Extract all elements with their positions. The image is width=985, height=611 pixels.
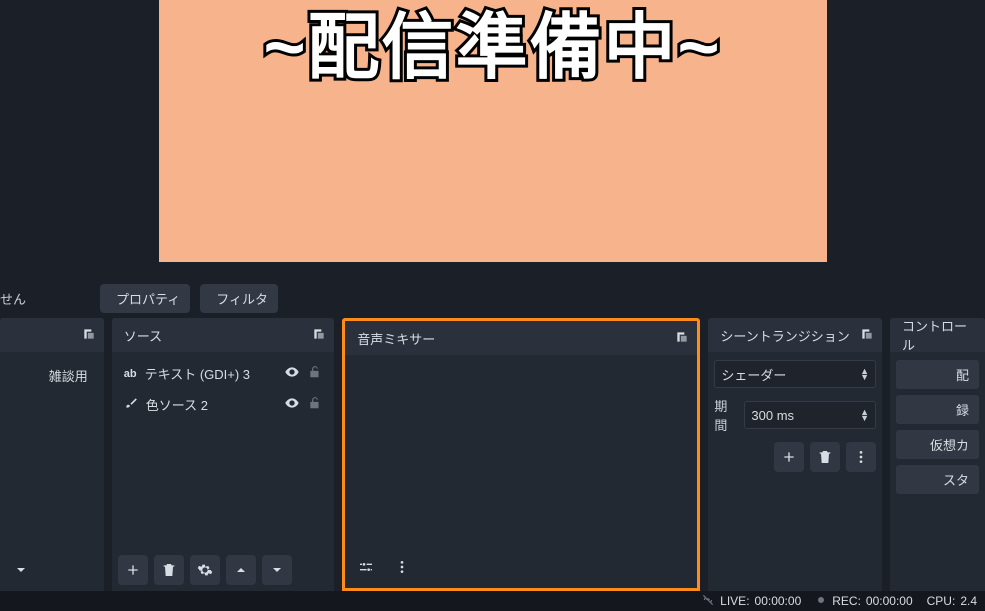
scenes-footer: [0, 549, 104, 591]
text-icon: ab: [124, 368, 137, 380]
mixer-title: 音声ミキサー: [357, 329, 675, 348]
scenes-list[interactable]: 雑談用: [0, 352, 104, 549]
popout-icon[interactable]: [860, 327, 874, 344]
transition-selected: シェーダー: [721, 365, 860, 384]
live-status: LIVE: 00:00:00: [701, 593, 801, 610]
stream-off-icon: [701, 593, 715, 610]
preview-canvas[interactable]: ~配信準備中~: [159, 0, 827, 262]
transitions-header[interactable]: シーントランジション: [708, 318, 882, 352]
live-label: LIVE:: [720, 594, 749, 608]
add-button[interactable]: [118, 555, 148, 585]
docks-row: 雑談用 ソース ab テキスト (GDI+) 3: [0, 318, 985, 591]
cpu-value: 2.4: [960, 594, 977, 608]
rec-status: REC: 00:00:00: [815, 594, 912, 609]
misc-text: せん: [0, 289, 90, 308]
source-item[interactable]: ab テキスト (GDI+) 3: [118, 360, 328, 387]
eye-icon[interactable]: [284, 395, 300, 414]
source-item[interactable]: 色ソース 2: [118, 391, 328, 418]
mixer-header[interactable]: 音声ミキサー: [345, 321, 697, 355]
transitions-title: シーントランジション: [720, 326, 860, 345]
duration-value: 300 ms: [751, 408, 860, 423]
move-down-button[interactable]: [262, 555, 292, 585]
mixer-footer: [345, 546, 697, 588]
remove-button[interactable]: [154, 555, 184, 585]
popout-icon[interactable]: [675, 330, 689, 347]
sources-list[interactable]: ab テキスト (GDI+) 3 色ソース 2: [112, 352, 334, 549]
spinner-arrows-icon: ▲▼: [860, 409, 869, 421]
add-transition-button[interactable]: [774, 442, 804, 472]
status-bar: LIVE: 00:00:00 REC: 00:00:00 CPU: 2.4: [0, 591, 985, 611]
rec-label: REC:: [832, 594, 861, 608]
unlock-icon[interactable]: [308, 365, 322, 382]
settings-button[interactable]: [190, 555, 220, 585]
start-recording-button[interactable]: 録: [896, 395, 979, 424]
sources-header[interactable]: ソース: [112, 318, 334, 352]
controls-dock: コントロール 配 録 仮想カ スタ: [890, 318, 985, 591]
unlock-icon[interactable]: [308, 396, 322, 413]
scenes-header[interactable]: [0, 318, 104, 352]
start-streaming-button[interactable]: 配: [896, 360, 979, 389]
controls-header[interactable]: コントロール: [890, 318, 985, 352]
preview-overlay-text: ~配信準備中~: [159, 0, 827, 93]
source-label: テキスト (GDI+) 3: [145, 364, 277, 383]
source-label: 色ソース 2: [146, 395, 276, 414]
sources-title: ソース: [124, 326, 312, 345]
live-time: 00:00:00: [755, 594, 802, 608]
scenes-dock: 雑談用: [0, 318, 104, 591]
virtual-camera-button[interactable]: 仮想カ: [896, 430, 979, 459]
transitions-body: シェーダー ▲▼ 期間 300 ms ▲▼: [708, 352, 882, 591]
sources-dock: ソース ab テキスト (GDI+) 3 色ソース 2: [112, 318, 334, 591]
brush-icon: [124, 396, 138, 413]
cpu-label: CPU:: [927, 594, 956, 608]
remove-transition-button[interactable]: [810, 442, 840, 472]
sources-footer: [112, 549, 334, 591]
properties-button-label: プロパティ: [116, 289, 180, 308]
eye-icon[interactable]: [284, 364, 300, 383]
properties-button[interactable]: プロパティ: [100, 284, 190, 313]
move-up-button[interactable]: [226, 555, 256, 585]
scene-item[interactable]: 雑談用: [6, 360, 98, 391]
transitions-dock: シーントランジション シェーダー ▲▼ 期間 300 ms ▲▼: [708, 318, 882, 591]
studio-mode-button[interactable]: スタ: [896, 465, 979, 494]
audio-mixer-dock: 音声ミキサー: [342, 318, 700, 591]
select-arrows-icon: ▲▼: [860, 368, 869, 380]
mixer-body: [345, 355, 697, 546]
duration-label: 期間: [714, 396, 738, 434]
duration-spinner[interactable]: 300 ms ▲▼: [744, 401, 876, 429]
mixer-menu-button[interactable]: [387, 552, 417, 582]
chevron-down-icon[interactable]: [6, 555, 36, 585]
record-off-icon: [815, 594, 827, 609]
filters-button-label: フィルタ: [216, 289, 268, 308]
cpu-status: CPU: 2.4: [927, 594, 977, 608]
transition-select[interactable]: シェーダー ▲▼: [714, 360, 876, 388]
rec-time: 00:00:00: [866, 594, 913, 608]
context-toolbar: せん プロパティ フィルタ: [0, 278, 985, 318]
controls-body: 配 録 仮想カ スタ: [890, 352, 985, 591]
filters-button[interactable]: フィルタ: [200, 284, 278, 313]
popout-icon[interactable]: [312, 327, 326, 344]
controls-title: コントロール: [902, 318, 977, 354]
popout-icon[interactable]: [82, 327, 96, 344]
advanced-audio-button[interactable]: [351, 552, 381, 582]
preview-area[interactable]: ~配信準備中~: [0, 0, 985, 278]
transition-menu-button[interactable]: [846, 442, 876, 472]
